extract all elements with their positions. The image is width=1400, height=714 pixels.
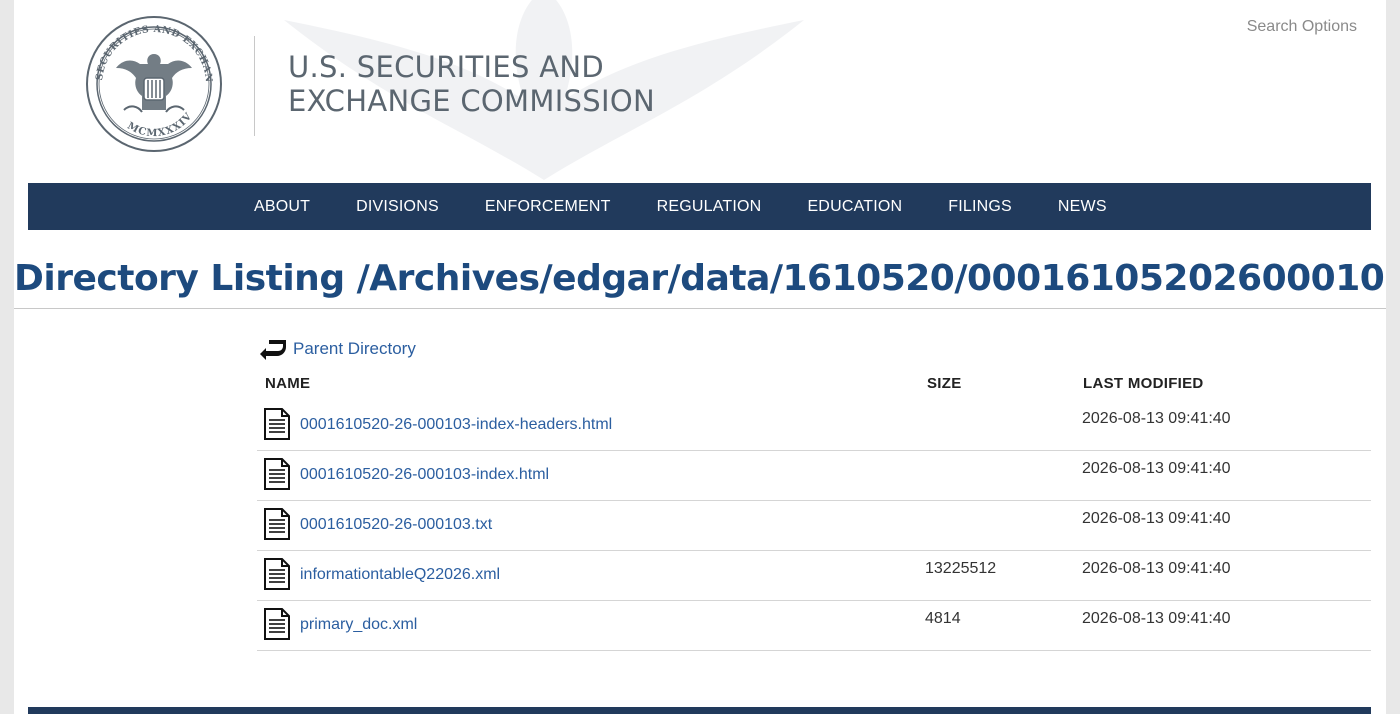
table-row: 0001610520-26-000103.txt 2026-08-13 09:4… [257, 501, 1371, 551]
footer-bar [28, 707, 1371, 714]
agency-name-line2: EXCHANGE COMMISSION [288, 84, 655, 118]
site-header: SECURITIES AND EXCHANGE COMMISSION MCMXX… [14, 0, 1386, 183]
file-modified: 2026-08-13 09:41:40 [1082, 560, 1231, 577]
file-link[interactable]: 0001610520-26-000103-index.html [300, 466, 549, 484]
search-options-link[interactable]: Search Options [1247, 18, 1357, 36]
table-row: 0001610520-26-000103-index.html 2026-08-… [257, 451, 1371, 501]
column-header-last-modified[interactable]: LAST MODIFIED [1083, 375, 1204, 392]
file-document-icon [264, 608, 290, 640]
page: SECURITIES AND EXCHANGE COMMISSION MCMXX… [14, 0, 1386, 714]
nav-item-regulation[interactable]: REGULATION [657, 198, 762, 216]
file-document-icon [264, 458, 290, 490]
file-link[interactable]: 0001610520-26-000103-index-headers.html [300, 416, 612, 434]
file-modified: 2026-08-13 09:41:40 [1082, 410, 1231, 427]
parent-directory-label: Parent Directory [293, 339, 416, 358]
nav-item-news[interactable]: NEWS [1058, 198, 1107, 216]
file-modified: 2026-08-13 09:41:40 [1082, 610, 1231, 627]
nav-item-filings[interactable]: FILINGS [948, 198, 1012, 216]
agency-name-line1: U.S. SECURITIES AND [288, 50, 604, 84]
table-row: 0001610520-26-000103-index-headers.html … [257, 401, 1371, 451]
file-size: 13225512 [925, 560, 997, 577]
table-row: primary_doc.xml 4814 2026-08-13 09:41:40 [257, 601, 1371, 651]
file-link[interactable]: informationtableQ22026.xml [300, 566, 500, 584]
nav-item-divisions[interactable]: DIVISIONS [356, 198, 439, 216]
header-divider [254, 36, 255, 136]
nav-item-enforcement[interactable]: ENFORCEMENT [485, 198, 611, 216]
column-header-size[interactable]: SIZE [927, 375, 962, 392]
file-document-icon [264, 408, 290, 440]
file-modified: 2026-08-13 09:41:40 [1082, 460, 1231, 477]
page-title: Directory Listing /Archives/edgar/data/1… [14, 258, 1386, 299]
nav-item-about[interactable]: ABOUT [254, 198, 310, 216]
main-nav: ABOUT DIVISIONS ENFORCEMENT REGULATION E… [28, 183, 1371, 230]
column-header-name[interactable]: NAME [265, 375, 310, 392]
file-size: 4814 [925, 610, 961, 627]
table-row: informationtableQ22026.xml 13225512 2026… [257, 551, 1371, 601]
file-modified: 2026-08-13 09:41:40 [1082, 510, 1231, 527]
file-link[interactable]: primary_doc.xml [300, 616, 417, 634]
nav-item-education[interactable]: EDUCATION [807, 198, 902, 216]
file-link[interactable]: 0001610520-26-000103.txt [300, 516, 492, 534]
agency-name[interactable]: U.S. SECURITIES AND EXCHANGE COMMISSION [288, 50, 655, 118]
svg-text:MCMXXXIV: MCMXXXIV [125, 111, 194, 140]
parent-directory-icon [260, 340, 286, 360]
file-document-icon [264, 558, 290, 590]
title-divider [14, 308, 1386, 309]
file-document-icon [264, 508, 290, 540]
parent-directory-link[interactable]: Parent Directory [257, 334, 416, 364]
sec-seal-icon: SECURITIES AND EXCHANGE COMMISSION MCMXX… [84, 14, 222, 152]
